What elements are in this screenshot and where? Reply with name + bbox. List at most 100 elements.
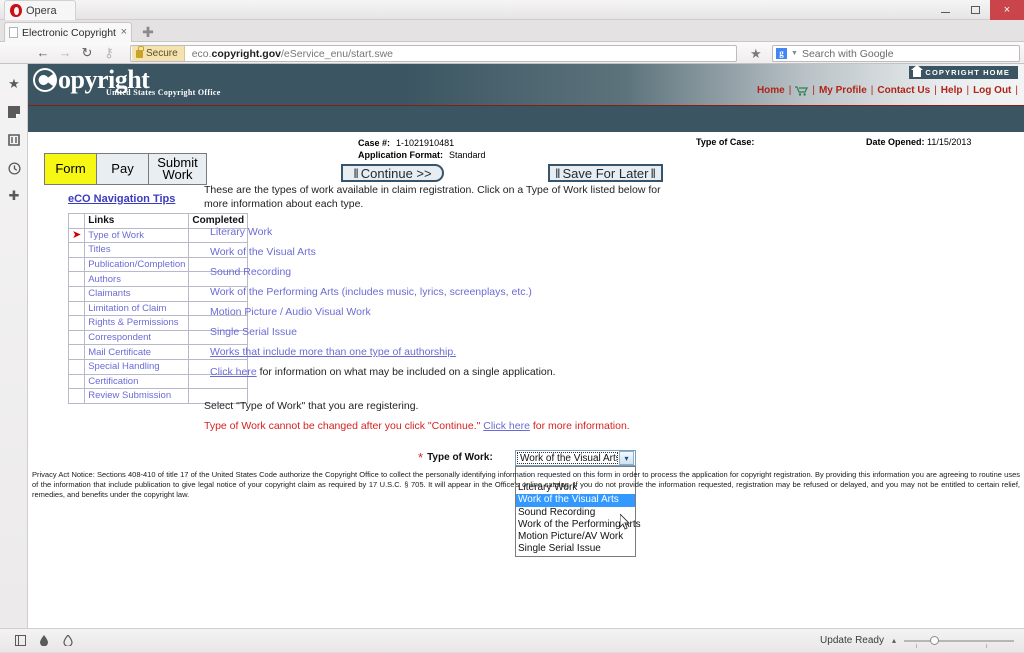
type-of-work-select[interactable]: Work of the Visual Arts ▾ bbox=[515, 450, 636, 466]
tab-strip: Electronic Copyright O... × ✚ bbox=[0, 20, 1024, 42]
tab-submit-work[interactable]: Submit Work bbox=[149, 154, 206, 184]
search-input[interactable]: g ▼ Search with Google bbox=[772, 45, 1020, 62]
nav-home[interactable]: Home bbox=[757, 85, 785, 96]
maximize-button[interactable] bbox=[960, 0, 990, 20]
marker-cell bbox=[67, 373, 86, 390]
work-type-sound-recording[interactable]: Sound Recording bbox=[210, 262, 532, 282]
click-here-link[interactable]: Click here bbox=[210, 366, 257, 378]
eco-navigation-tips-link[interactable]: eCO Navigation Tips bbox=[68, 193, 175, 205]
downloads-icon[interactable] bbox=[32, 629, 56, 653]
save-for-later-button[interactable]: ‖ Save For Later ‖ bbox=[548, 164, 663, 182]
security-badge[interactable]: Secure bbox=[132, 46, 185, 61]
nav-log-out[interactable]: Log Out bbox=[973, 85, 1011, 96]
navigation-toolbar: ← → ↻ ⚷ Secure eco.copyright.gov/eServic… bbox=[0, 42, 1024, 64]
new-tab-button[interactable]: ✚ bbox=[140, 24, 156, 40]
work-type-visual-arts[interactable]: Work of the Visual Arts bbox=[210, 242, 532, 262]
save-for-later-label: Save For Later bbox=[562, 165, 649, 181]
bookmark-star-icon[interactable]: ★ bbox=[750, 46, 762, 62]
tab-close-icon[interactable]: × bbox=[121, 27, 127, 38]
star-icon[interactable]: ★ bbox=[0, 70, 28, 98]
status-bar: Update Ready ▴ bbox=[0, 628, 1024, 652]
tab-pay[interactable]: Pay bbox=[97, 154, 149, 184]
nav-separator-2: | bbox=[812, 85, 815, 96]
dropdown-option-motion-picture[interactable]: Motion Picture/AV Work bbox=[516, 531, 635, 543]
work-type-performing-arts[interactable]: Work of the Performing Arts (includes mu… bbox=[210, 282, 532, 302]
extensions-icon[interactable] bbox=[56, 629, 80, 653]
chevron-down-icon[interactable]: ▼ bbox=[791, 50, 798, 57]
nav-separator: | bbox=[788, 85, 792, 96]
house-icon bbox=[911, 64, 924, 77]
sidebar-item-claimants[interactable]: Claimants bbox=[88, 288, 130, 299]
work-type-single-serial-issue[interactable]: Single Serial Issue bbox=[210, 322, 532, 342]
dropdown-option-performing-arts[interactable]: Work of the Performing Arts bbox=[516, 519, 641, 531]
page-viewport: opyright United States Copyright Office … bbox=[28, 64, 1024, 628]
work-type-motion-picture[interactable]: Motion Picture / Audio Visual Work bbox=[210, 302, 532, 322]
sidebar-item-review-submission[interactable]: Review Submission bbox=[88, 390, 171, 401]
opera-menu-label: Opera bbox=[26, 4, 57, 17]
nav-my-profile[interactable]: My Profile bbox=[819, 85, 867, 96]
sidebar-item-rights-permissions[interactable]: Rights & Permissions bbox=[88, 317, 178, 328]
panel-icon[interactable] bbox=[8, 629, 32, 653]
chevron-up-icon[interactable]: ▴ bbox=[892, 636, 896, 645]
dropdown-option-single-serial-issue[interactable]: Single Serial Issue bbox=[516, 543, 635, 555]
sidebar-item-authors[interactable]: Authors bbox=[88, 274, 121, 285]
application-format-label: Application Format: bbox=[358, 150, 443, 160]
continue-button-label: Continue >> bbox=[360, 165, 432, 181]
step-tabs: Form Pay Submit Work bbox=[44, 153, 207, 185]
zoom-slider-handle[interactable] bbox=[930, 636, 939, 645]
logo-c-glyph bbox=[32, 66, 58, 94]
work-type-multiple-authorship[interactable]: Works that include more than one type of… bbox=[210, 342, 532, 362]
cart-icon[interactable] bbox=[795, 86, 809, 96]
search-placeholder: Search with Google bbox=[801, 47, 894, 60]
password-key-icon[interactable]: ⚷ bbox=[98, 42, 120, 64]
sidebar-item-mail-certificate[interactable]: Mail Certificate bbox=[88, 347, 151, 358]
reload-button[interactable]: ↻ bbox=[76, 42, 98, 64]
nav-separator-3: | bbox=[870, 85, 874, 96]
sidebar-item-correspondent[interactable]: Correspondent bbox=[88, 332, 151, 343]
sidebar-item-publication-completion[interactable]: Publication/Completion bbox=[88, 259, 185, 270]
intro-text: These are the types of work available in… bbox=[204, 184, 661, 210]
links-column-header: Links bbox=[84, 213, 190, 229]
marker-cell bbox=[67, 300, 86, 317]
page-favicon-icon bbox=[9, 27, 18, 38]
history-icon[interactable] bbox=[0, 154, 28, 182]
button-bar-glyph-right: ‖ bbox=[650, 165, 656, 181]
update-ready-label[interactable]: Update Ready bbox=[820, 635, 884, 646]
single-application-info: Click here for information on what may b… bbox=[210, 366, 556, 378]
chevron-down-icon[interactable]: ▾ bbox=[619, 451, 634, 465]
back-button[interactable]: ← bbox=[32, 42, 54, 64]
nav-help[interactable]: Help bbox=[941, 85, 963, 96]
notes-icon[interactable] bbox=[0, 98, 28, 126]
zoom-slider[interactable] bbox=[904, 635, 1014, 648]
sync-icon[interactable] bbox=[0, 126, 28, 154]
continue-button[interactable]: ‖ Continue >> bbox=[341, 164, 444, 182]
copyright-home-button[interactable]: COPYRIGHT HOME bbox=[909, 64, 1018, 79]
address-bar[interactable]: Secure eco.copyright.gov/eService_enu/st… bbox=[130, 45, 737, 62]
case-number-value: 1-1021910481 bbox=[396, 138, 455, 148]
date-opened-value: 11/15/2013 bbox=[927, 137, 972, 147]
type-of-work-field-row: * Type of Work: bbox=[418, 449, 493, 465]
case-number-label: Case #: bbox=[358, 138, 391, 148]
sidebar-item-titles[interactable]: Titles bbox=[88, 244, 110, 255]
sidebar-item-limitation-of-claim[interactable]: Limitation of Claim bbox=[88, 303, 166, 314]
add-icon[interactable]: ✚ bbox=[0, 182, 28, 210]
copyright-logo: opyright United States Copyright Office bbox=[32, 66, 220, 97]
marker-cell bbox=[67, 242, 86, 258]
application-format-value: Standard bbox=[449, 150, 486, 160]
minimize-button[interactable] bbox=[930, 0, 960, 20]
opera-menu-button[interactable]: Opera bbox=[4, 0, 76, 20]
required-marker: * bbox=[418, 449, 424, 465]
nav-contact-us[interactable]: Contact Us bbox=[877, 85, 930, 96]
close-button[interactable]: × bbox=[990, 0, 1024, 20]
browser-tab[interactable]: Electronic Copyright O... × bbox=[4, 22, 132, 42]
sidebar-item-type-of-work[interactable]: Type of Work bbox=[88, 230, 144, 241]
forward-button[interactable]: → bbox=[54, 42, 76, 64]
dropdown-option-sound-recording[interactable]: Sound Recording bbox=[516, 507, 635, 519]
sidebar-item-certification[interactable]: Certification bbox=[88, 376, 138, 387]
tab-form[interactable]: Form bbox=[45, 154, 97, 184]
work-type-literary-work[interactable]: Literary Work bbox=[210, 222, 532, 242]
marker-cell bbox=[67, 344, 86, 360]
work-type-links: Literary Work Work of the Visual Arts So… bbox=[210, 222, 532, 362]
sidebar-item-special-handling[interactable]: Special Handling bbox=[88, 361, 159, 372]
warning-click-here-link[interactable]: Click here bbox=[483, 420, 530, 432]
